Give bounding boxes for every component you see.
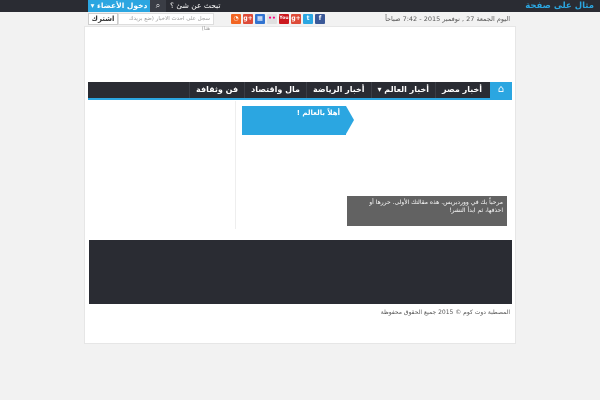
- welcome-post-title[interactable]: أهلاً بالعالم !: [242, 106, 354, 135]
- top-bar: مثال على صفحة دخول الأعضاء ▾ ⌕ تبحث عن ش…: [0, 0, 600, 12]
- subscribe-email-input[interactable]: سجل على احدث الاخبار (ضع بريدك هنا): [118, 13, 214, 32]
- nav-item-economy[interactable]: مال واقتصاد: [244, 82, 306, 98]
- nav-item-world-news[interactable]: أخبار العالم ▾: [370, 82, 436, 98]
- subscribe-form: اشترك سجل على احدث الاخبار (ضع بريدك هنا…: [88, 13, 214, 32]
- nav-item-culture[interactable]: فن وثقافة: [189, 82, 244, 98]
- main-nav: ⌂ أخبار مصر أخبار العالم ▾ أخبار الرياضة…: [88, 82, 512, 100]
- facebook-icon[interactable]: f: [315, 14, 325, 24]
- footer-widgets: [89, 240, 512, 304]
- members-login-button[interactable]: دخول الأعضاء ▾: [88, 0, 150, 12]
- post-excerpt[interactable]: مرحباً بك في ووردبريس. هذه مقالتك الأولى…: [347, 196, 507, 226]
- delicious-icon[interactable]: ▦: [255, 14, 265, 24]
- info-bar: اشترك سجل على احدث الاخبار (ضع بريدك هنا…: [88, 12, 512, 32]
- twitter-icon[interactable]: t: [303, 14, 313, 24]
- google-plus-icon[interactable]: g+: [291, 14, 301, 24]
- site-title[interactable]: مثال على صفحة: [525, 0, 594, 12]
- current-date: اليوم الجمعة 27 , نوفمبر 2015 - 7:42 صبا…: [385, 15, 510, 23]
- youtube-icon[interactable]: You: [279, 14, 289, 24]
- sidebar: [89, 101, 236, 229]
- nav-item-egypt-news[interactable]: أخبار مصر: [435, 82, 488, 98]
- copyright-text: المصطبة دوت كوم © 2015 جميع الحقوق محفوظ…: [380, 309, 510, 316]
- nav-item-sports-news[interactable]: أخبار الرياضة: [306, 82, 370, 98]
- subscribe-button[interactable]: اشترك: [88, 13, 118, 25]
- search-input[interactable]: تبحث عن شئ ؟: [170, 0, 220, 12]
- rss-icon[interactable]: ◔: [231, 14, 241, 24]
- google-plus-alt-icon[interactable]: g+: [243, 14, 253, 24]
- home-icon[interactable]: ⌂: [490, 82, 512, 98]
- search-icon[interactable]: ⌕: [150, 0, 166, 12]
- flickr-icon[interactable]: ••: [267, 14, 277, 24]
- social-icons: ◔ g+ ▦ •• You g+ t f: [231, 14, 325, 24]
